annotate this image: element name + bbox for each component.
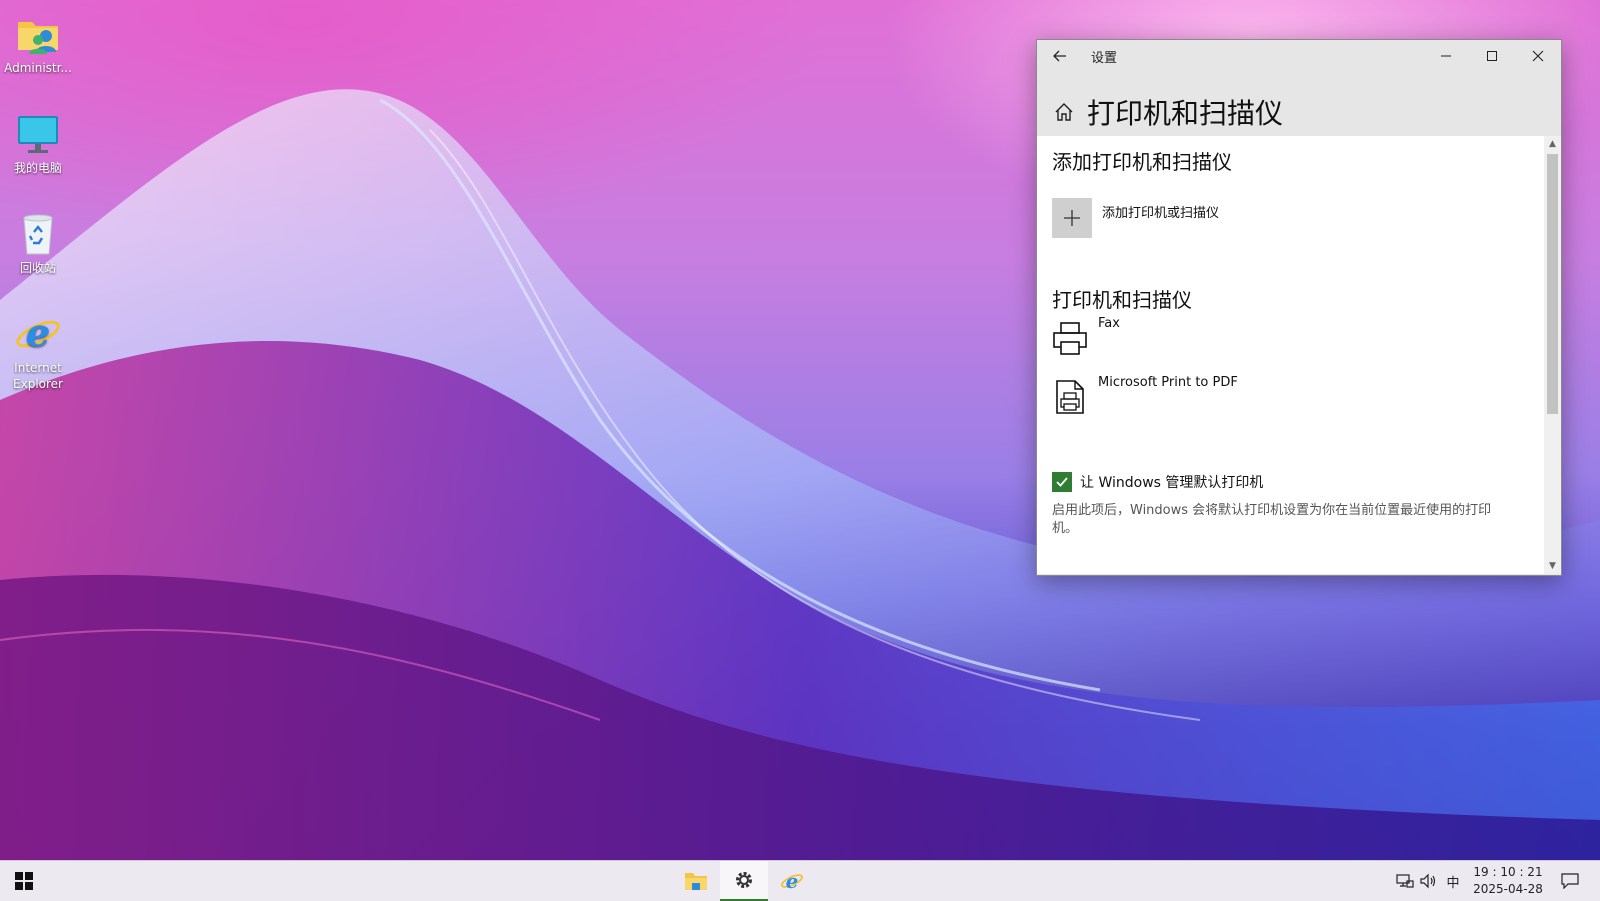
back-arrow-icon — [1053, 50, 1066, 62]
scroll-up-icon[interactable]: ▲ — [1547, 138, 1558, 150]
clock-time: 19 : 10 : 21 — [1473, 865, 1543, 879]
settings-window: 设置 打印机和扫描仪 添加打印机和扫描仪 添加打印机或扫描仪 打印机和扫描仪 F… — [1036, 39, 1562, 576]
minimize-button[interactable] — [1423, 40, 1469, 72]
home-icon[interactable] — [1053, 101, 1075, 123]
recycle-bin-icon — [23, 214, 53, 255]
device-name: Fax — [1098, 316, 1120, 331]
device-name: Microsoft Print to PDF — [1098, 375, 1238, 390]
add-printer-button[interactable] — [1052, 198, 1092, 238]
tray-clock[interactable]: 19 : 10 : 21 2025-04-28 — [1468, 864, 1548, 898]
close-icon — [1532, 50, 1544, 62]
network-icon — [1396, 874, 1414, 888]
file-explorer-icon — [685, 873, 707, 890]
taskbar-settings[interactable] — [720, 861, 768, 901]
plus-icon — [1064, 210, 1080, 226]
desktop-icon-administrator[interactable]: Administr... — [4, 10, 72, 76]
default-printer-option[interactable]: 让 Windows 管理默认打印机 — [1052, 472, 1263, 492]
settings-content: 添加打印机和扫描仪 添加打印机或扫描仪 打印机和扫描仪 Fax Microsof… — [1037, 136, 1544, 574]
default-printer-label: 让 Windows 管理默认打印机 — [1080, 475, 1264, 491]
svg-text:e: e — [26, 310, 50, 355]
title-bar[interactable]: 设置 — [1037, 40, 1561, 72]
desktop-icon-label: Internet Explorer — [13, 361, 63, 391]
internet-explorer-icon: e — [16, 310, 60, 355]
close-button[interactable] — [1515, 40, 1561, 72]
scroll-thumb[interactable] — [1547, 154, 1558, 414]
internet-explorer-icon: e — [781, 869, 803, 893]
desktop-icon-recycle-bin[interactable]: 回收站 — [4, 210, 72, 276]
tray-volume[interactable] — [1418, 861, 1440, 901]
scroll-down-icon[interactable]: ▼ — [1547, 560, 1558, 572]
notification-icon — [1561, 873, 1579, 889]
svg-text:e: e — [786, 869, 799, 893]
checkmark-icon — [1056, 477, 1068, 487]
page-header: 打印机和扫描仪 — [1037, 92, 1561, 132]
computer-icon — [18, 116, 58, 153]
volume-icon — [1420, 873, 1436, 889]
device-item-fax[interactable]: Fax — [1052, 316, 1492, 360]
fax-printer-icon — [1053, 322, 1087, 355]
taskbar-file-explorer[interactable] — [672, 861, 720, 901]
taskbar-internet-explorer[interactable]: e — [768, 861, 816, 901]
taskbar: e 中 19 : 10 : 21 2025-04-28 — [0, 860, 1600, 901]
clock-date: 2025-04-28 — [1473, 882, 1543, 896]
tray-notifications[interactable] — [1552, 861, 1588, 901]
desktop-icon-label: 我的电脑 — [13, 161, 62, 175]
pdf-printer-icon — [1056, 380, 1084, 414]
window-title: 设置 — [1091, 50, 1118, 66]
maximize-button[interactable] — [1469, 40, 1515, 72]
maximize-icon — [1487, 51, 1497, 61]
add-printer-label[interactable]: 添加打印机或扫描仪 — [1102, 202, 1219, 221]
printers-section-title: 打印机和扫描仪 — [1052, 288, 1192, 312]
default-printer-description: 启用此项后，Windows 会将默认打印机设置为你在当前位置最近使用的打印机。 — [1052, 503, 1492, 536]
settings-icon — [736, 872, 752, 888]
user-folder-icon — [18, 22, 58, 54]
tray-input-method[interactable]: 中 — [1442, 861, 1464, 901]
desktop-icon-internet-explorer[interactable]: e Internet Explorer — [4, 310, 72, 392]
desktop: Administr... 我的电脑 回收站 e Internet Explore… — [0, 0, 1600, 860]
add-section-title: 添加打印机和扫描仪 — [1052, 150, 1232, 174]
desktop-icon-label: 回收站 — [19, 261, 56, 275]
start-button[interactable] — [0, 861, 48, 901]
desktop-icon-my-computer[interactable]: 我的电脑 — [4, 110, 72, 176]
vertical-scrollbar[interactable]: ▲ ▼ — [1544, 136, 1561, 574]
back-button[interactable] — [1037, 40, 1083, 72]
default-printer-checkbox[interactable] — [1052, 472, 1072, 492]
windows-logo-icon — [15, 872, 33, 890]
device-item-microsoft-print-to-pdf[interactable]: Microsoft Print to PDF — [1052, 375, 1492, 419]
page-title: 打印机和扫描仪 — [1087, 97, 1284, 130]
tray-network[interactable] — [1394, 861, 1416, 901]
minimize-icon — [1441, 55, 1451, 57]
desktop-icon-label: Administr... — [4, 61, 72, 75]
